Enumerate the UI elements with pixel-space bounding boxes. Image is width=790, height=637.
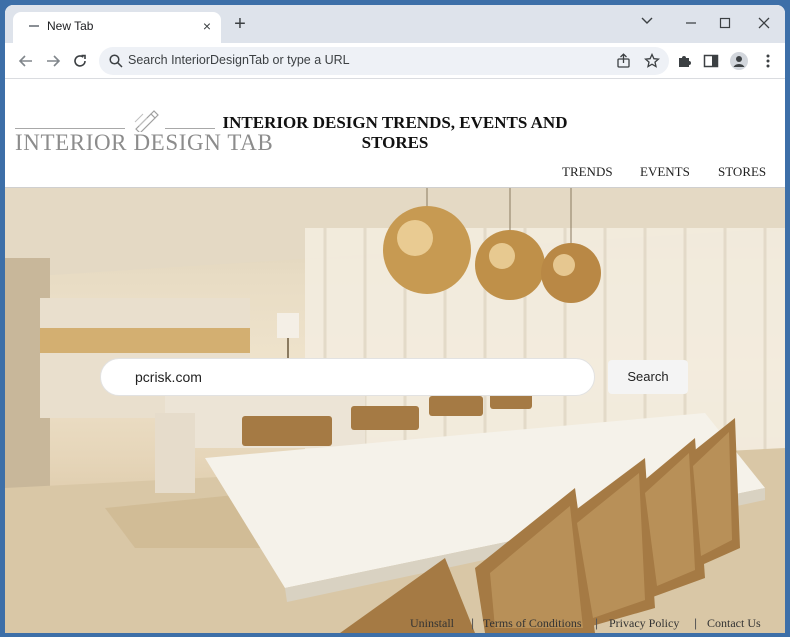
dining-room-illustration	[5, 188, 785, 633]
search-icon	[109, 54, 123, 73]
tab-search-chevron-icon[interactable]	[633, 11, 661, 35]
maximize-icon[interactable]	[711, 11, 739, 35]
page-content: INTERIOR DESIGN TAB INTERIOR DESIGN TREN…	[5, 80, 785, 633]
new-tab-button[interactable]: +	[229, 14, 251, 36]
nav-link-trends[interactable]: TRENDS	[562, 164, 613, 180]
search-input-value: pcrisk.com	[135, 369, 202, 385]
address-bar-placeholder: Search InteriorDesignTab or type a URL	[128, 53, 350, 67]
forward-arrow-icon[interactable]	[41, 49, 65, 73]
menu-kebab-icon[interactable]	[760, 53, 776, 69]
tab-strip: New Tab × +	[5, 5, 785, 43]
footer-separator: |	[595, 616, 599, 630]
bookmark-star-icon[interactable]	[644, 52, 660, 69]
logo-rule-right	[165, 128, 215, 129]
footer-separator: |	[471, 616, 475, 630]
site-header: INTERIOR DESIGN TAB INTERIOR DESIGN TREN…	[5, 80, 785, 188]
footer-separator: |	[694, 616, 698, 630]
logo-rule-left	[15, 128, 125, 129]
nav-link-stores[interactable]: STORES	[718, 164, 766, 180]
hero-background-image: pcrisk.com Search Uninstall | Terms of C…	[5, 188, 785, 633]
footer-link-uninstall[interactable]: Uninstall	[410, 616, 454, 631]
tab-favicon-icon	[29, 25, 39, 27]
tab-close-icon[interactable]: ×	[199, 17, 215, 35]
extensions-puzzle-icon[interactable]	[676, 53, 692, 69]
search-button[interactable]: Search	[608, 360, 688, 394]
reload-icon[interactable]	[68, 49, 92, 73]
address-bar[interactable]: Search InteriorDesignTab or type a URL	[99, 47, 669, 75]
browser-window: New Tab × + Search InteriorDesignTab or …	[5, 5, 785, 633]
profile-avatar-icon[interactable]	[730, 52, 748, 70]
back-arrow-icon[interactable]	[14, 49, 38, 73]
minimize-icon[interactable]	[677, 11, 705, 35]
close-window-icon[interactable]	[750, 11, 778, 35]
nav-link-events[interactable]: EVENTS	[640, 164, 690, 180]
footer-link-terms[interactable]: Terms of Conditions	[483, 616, 582, 631]
pencil-ruler-icon	[134, 110, 159, 132]
tab-new-tab[interactable]: New Tab ×	[13, 12, 221, 43]
footer-link-privacy[interactable]: Privacy Policy	[609, 616, 679, 631]
share-icon[interactable]	[616, 53, 632, 69]
tab-title: New Tab	[47, 19, 94, 33]
side-panel-icon[interactable]	[703, 53, 719, 69]
search-input[interactable]: pcrisk.com	[100, 358, 595, 396]
page-title: INTERIOR DESIGN TRENDS, EVENTS AND STORE…	[222, 113, 568, 152]
footer-link-contact[interactable]: Contact Us	[707, 616, 761, 631]
browser-toolbar: Search InteriorDesignTab or type a URL	[5, 43, 785, 79]
